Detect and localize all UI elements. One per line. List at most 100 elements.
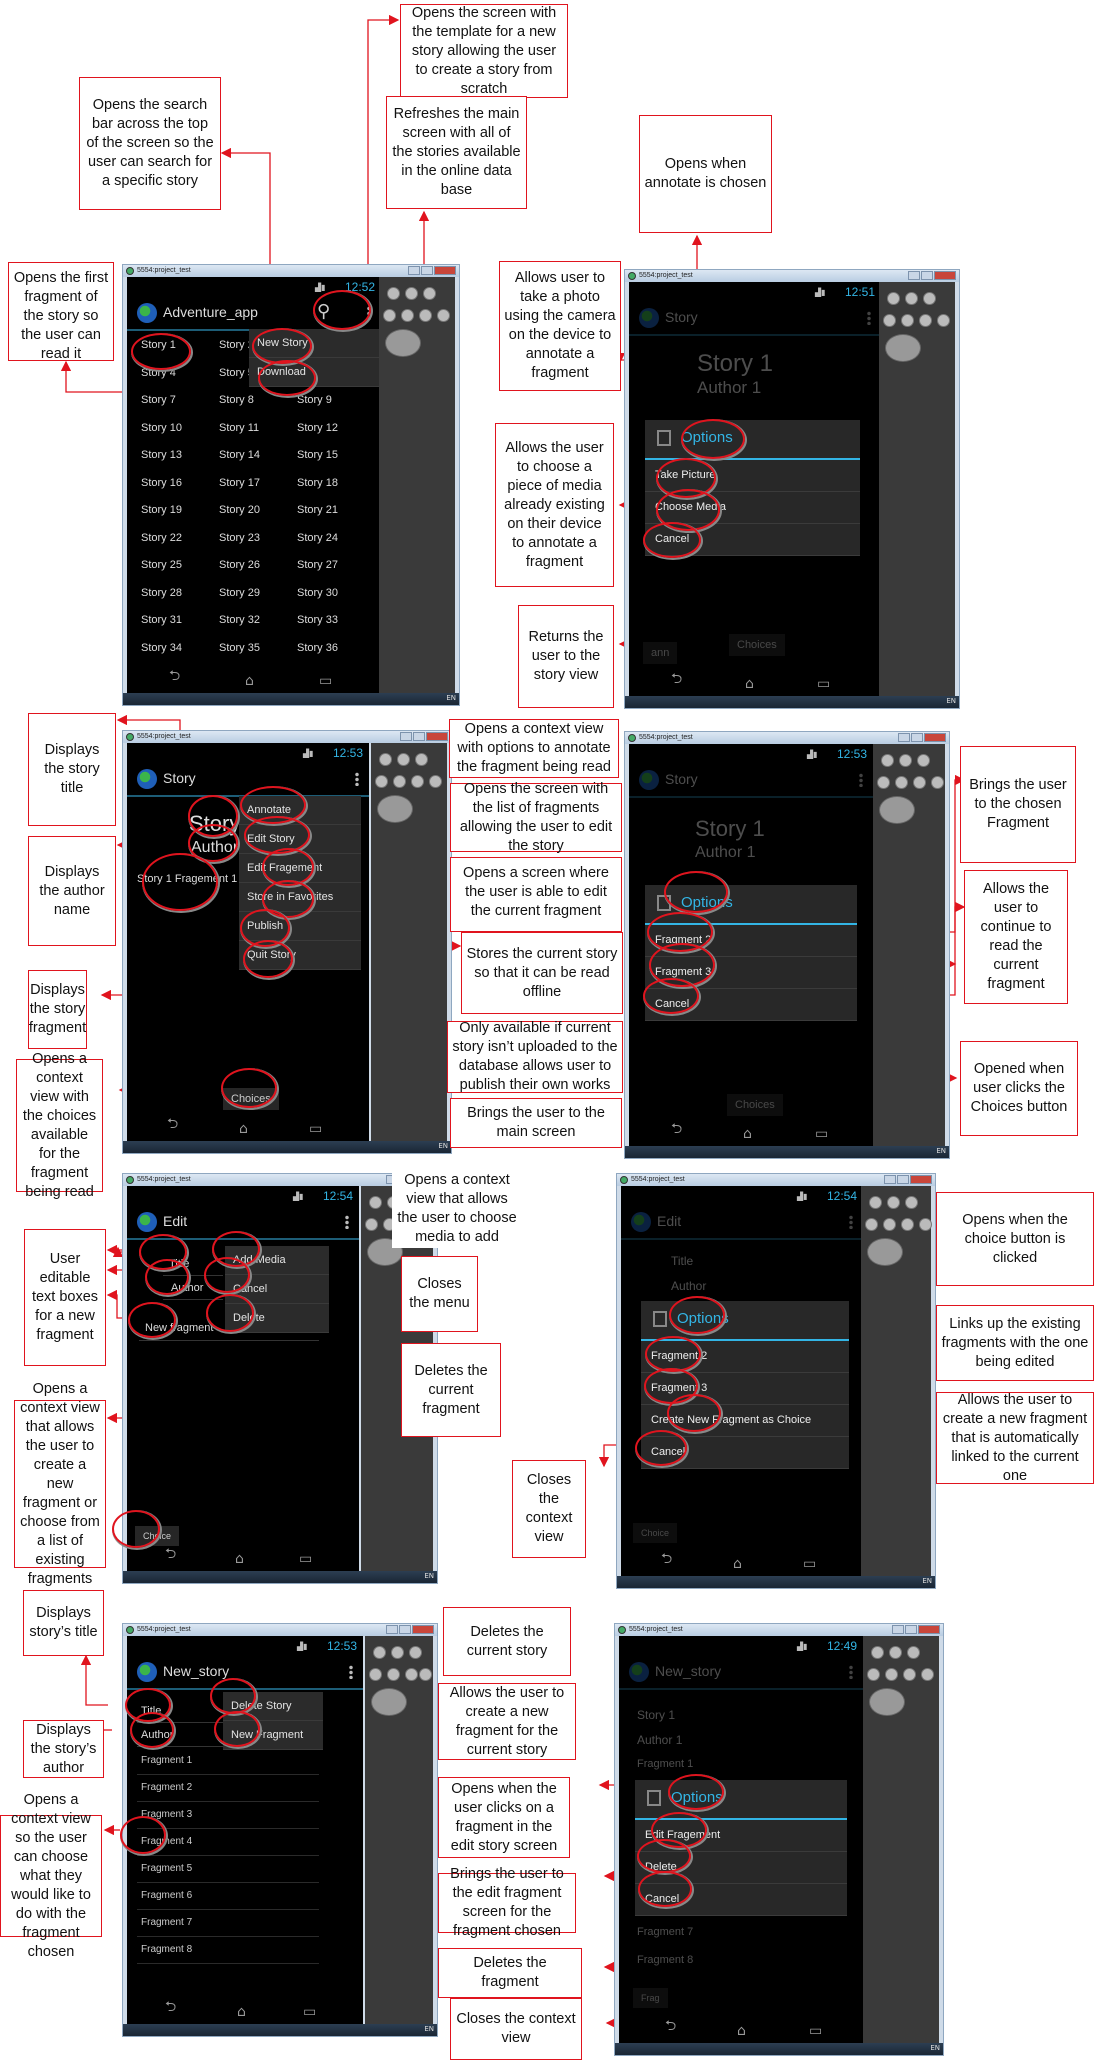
back-icon[interactable]: ⮌ — [167, 1113, 178, 1137]
minimize-button[interactable] — [884, 1175, 896, 1184]
maximize-button[interactable] — [905, 1625, 917, 1634]
menu-hw-button[interactable] — [885, 1668, 898, 1681]
home-icon[interactable]: ⌂ — [743, 1126, 752, 1142]
story-item[interactable]: Story 26 — [219, 559, 260, 571]
story-item[interactable]: Story 35 — [219, 642, 260, 654]
story-item[interactable]: Story 10 — [141, 422, 182, 434]
story-item[interactable]: Story 19 — [141, 504, 182, 516]
story-item[interactable]: Story 23 — [219, 532, 260, 544]
search-hw-button[interactable] — [429, 775, 442, 788]
maximize-button[interactable] — [413, 732, 425, 741]
back-hw-button[interactable] — [901, 1218, 914, 1231]
overflow-menu-icon[interactable] — [345, 1215, 349, 1229]
power-button[interactable] — [423, 287, 436, 300]
search-hw-button[interactable] — [419, 1668, 432, 1681]
close-button[interactable] — [434, 266, 456, 275]
volume-down-button[interactable] — [869, 1196, 882, 1209]
minimize-button[interactable] — [408, 266, 420, 275]
overflow-menu-icon[interactable] — [349, 1665, 353, 1679]
close-button[interactable] — [918, 1625, 940, 1634]
back-icon[interactable]: ⮌ — [671, 668, 682, 692]
volume-down-button[interactable] — [369, 1196, 382, 1209]
story-item[interactable]: Story 15 — [297, 449, 338, 461]
back-icon[interactable]: ⮌ — [671, 1118, 682, 1142]
close-button[interactable] — [412, 1625, 434, 1634]
maximize-button[interactable] — [911, 733, 923, 742]
volume-up-button[interactable] — [405, 287, 418, 300]
home-hw-button[interactable] — [867, 1668, 880, 1681]
dpad[interactable] — [371, 1688, 407, 1716]
dpad[interactable] — [385, 329, 421, 357]
home-hw-button[interactable] — [365, 1218, 378, 1231]
back-icon[interactable]: ⮌ — [169, 665, 180, 689]
home-icon[interactable]: ⌂ — [745, 676, 754, 692]
fragment-list-item[interactable]: Fragment 8 — [137, 1937, 319, 1964]
back-hw-button[interactable] — [405, 1668, 418, 1681]
maximize-button[interactable] — [897, 1175, 909, 1184]
minimize-button[interactable] — [898, 733, 910, 742]
story-item[interactable]: Story 18 — [297, 477, 338, 489]
home-hw-button[interactable] — [383, 309, 396, 322]
recents-icon[interactable]: ▭ — [817, 676, 830, 692]
frag-button[interactable]: Frag — [633, 1988, 668, 2008]
fragment-list-item[interactable]: Fragment 1 — [137, 1748, 319, 1775]
story-item[interactable]: Story 14 — [219, 449, 260, 461]
search-hw-button[interactable] — [921, 1668, 934, 1681]
story-item[interactable]: Story 36 — [297, 642, 338, 654]
home-icon[interactable]: ⌂ — [737, 2023, 746, 2039]
power-button[interactable] — [907, 1646, 920, 1659]
volume-down-button[interactable] — [871, 1646, 884, 1659]
recents-icon[interactable]: ▭ — [309, 1121, 322, 1137]
home-hw-button[interactable] — [375, 775, 388, 788]
title-field[interactable]: Story 1 — [637, 1708, 675, 1722]
dpad[interactable] — [377, 795, 413, 823]
search-hw-button[interactable] — [919, 1218, 932, 1231]
close-button[interactable] — [910, 1175, 932, 1184]
story-item[interactable]: Story 34 — [141, 642, 182, 654]
search-hw-button[interactable] — [931, 776, 944, 789]
back-icon[interactable]: ⮌ — [165, 1543, 176, 1567]
story-item[interactable]: Story 8 — [219, 394, 254, 406]
dpad[interactable] — [869, 1688, 905, 1716]
volume-up-button[interactable] — [899, 754, 912, 767]
menu-hw-button[interactable] — [901, 314, 914, 327]
volume-down-button[interactable] — [373, 1646, 386, 1659]
fragment-list-item[interactable]: Fragment 5 — [137, 1856, 319, 1883]
back-hw-button[interactable] — [419, 309, 432, 322]
title-field[interactable]: Title — [671, 1254, 693, 1268]
story-item[interactable]: Story 27 — [297, 559, 338, 571]
volume-down-button[interactable] — [379, 753, 392, 766]
back-hw-button[interactable] — [919, 314, 932, 327]
search-hw-button[interactable] — [937, 314, 950, 327]
author-field[interactable]: Author 1 — [637, 1733, 682, 1747]
minimize-button[interactable] — [400, 732, 412, 741]
choices-button[interactable]: Choices — [727, 1094, 783, 1116]
volume-up-button[interactable] — [397, 753, 410, 766]
home-icon[interactable]: ⌂ — [237, 2004, 246, 2020]
volume-up-button[interactable] — [887, 1196, 900, 1209]
fragment-list-item[interactable]: Fragment 7 — [137, 1910, 319, 1937]
story-item[interactable]: Story 29 — [219, 587, 260, 599]
home-icon[interactable]: ⌂ — [733, 1556, 742, 1572]
story-item[interactable]: Story 22 — [141, 532, 182, 544]
story-item[interactable]: Story 28 — [141, 587, 182, 599]
story-item[interactable]: Story 12 — [297, 422, 338, 434]
overflow-menu-icon[interactable] — [355, 772, 359, 786]
minimize-button[interactable] — [908, 271, 920, 280]
story-item[interactable]: Story 17 — [219, 477, 260, 489]
minimize-button[interactable] — [892, 1625, 904, 1634]
story-item[interactable]: Story 20 — [219, 504, 260, 516]
recents-icon[interactable]: ▭ — [319, 673, 332, 689]
back-hw-button[interactable] — [411, 775, 424, 788]
home-icon[interactable]: ⌂ — [239, 1121, 248, 1137]
fragment-list-item[interactable]: Fragment 6 — [137, 1883, 319, 1910]
back-icon[interactable]: ⮌ — [165, 1996, 176, 2020]
overflow-menu-icon[interactable] — [867, 311, 871, 325]
volume-up-button[interactable] — [889, 1646, 902, 1659]
home-icon[interactable]: ⌂ — [235, 1551, 244, 1567]
story-item[interactable]: Story 33 — [297, 614, 338, 626]
volume-down-button[interactable] — [887, 292, 900, 305]
story-item[interactable]: Story 31 — [141, 614, 182, 626]
home-hw-button[interactable] — [877, 776, 890, 789]
power-button[interactable] — [905, 1196, 918, 1209]
